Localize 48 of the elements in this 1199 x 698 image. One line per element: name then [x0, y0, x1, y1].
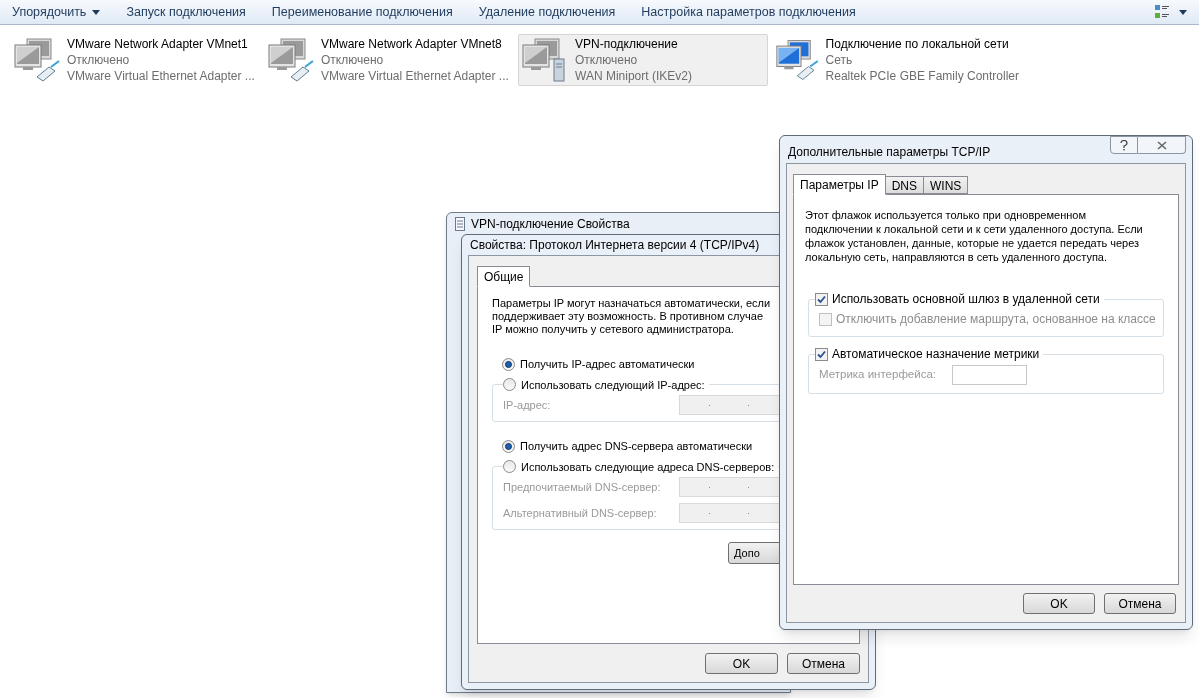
close-button[interactable] [1138, 136, 1186, 154]
adapter-name: VMware Virtual Ethernet Adapter ... [321, 68, 509, 84]
checkmark-icon [817, 349, 826, 359]
connection-item[interactable]: VPN-подключение Отключено WAN Miniport (IKEv2) [518, 34, 768, 86]
organize-menu[interactable]: Упорядочить [4, 2, 109, 22]
dialog-button[interactable]: Отмена [787, 653, 860, 674]
connection-item[interactable]: VMware Network Adapter VMnet1 Отключено VMware Virtual Ethernet Adapter ... [10, 34, 260, 86]
dialog-button[interactable]: OK [1023, 593, 1095, 614]
connection-item[interactable]: Подключение по локальной сети Сеть Realtek PCIe GBE Family Controller [772, 34, 1022, 86]
adapter-name: VMware Virtual Ethernet Adapter ... [67, 68, 255, 84]
field-label: Альтернативный DNS-сервер: [503, 505, 658, 521]
dialog-tab[interactable]: DNS [885, 176, 924, 194]
connection-item[interactable]: VMware Network Adapter VMnet8 Отключено VMware Virtual Ethernet Adapter ... [264, 34, 514, 86]
connection-name: VMware Network Adapter VMnet1 [67, 36, 249, 52]
window-title: VPN-подключение Свойства [471, 217, 630, 231]
connection-status: Отключено [67, 52, 131, 68]
dialog-tab[interactable]: Параметры IP [793, 174, 886, 195]
adapter-name: WAN Miniport (IKEv2) [575, 68, 692, 84]
help-icon [1120, 139, 1128, 151]
toolbar-button[interactable]: Удаление подключения [470, 2, 624, 22]
description-text: Этот флажок используется только при одновременном подключении к локальной сети и к сети удаленного доступа. Если флажок установлен, данные, которые не удается передать через локальную сеть, направляются в сеть удаленного доступа. [805, 208, 1144, 264]
adapter-name: Realtek PCIe GBE Family Controller [825, 68, 1019, 84]
connection-status: Отключено [321, 52, 385, 68]
toolbar-button[interactable]: Переименование подключения [263, 2, 461, 22]
connection-status: Сеть [825, 52, 854, 68]
connection-name: VMware Network Adapter VMnet8 [321, 36, 503, 52]
dialog-button[interactable]: Отмена [1104, 593, 1176, 614]
caret-icon [1179, 9, 1187, 15]
field-label: IP-адрес: [503, 397, 552, 413]
dialog-tab[interactable]: WINS [924, 176, 969, 194]
dialog-tab[interactable]: Общие [477, 266, 531, 287]
connection-name: Подключение по локальной сети [825, 36, 1010, 52]
view-options-button[interactable] [1155, 4, 1187, 20]
toolbar-button[interactable]: Настройка параметров подключения [633, 2, 864, 22]
toolbar-button[interactable]: Запуск подключения [118, 2, 254, 22]
view-list-icon [1155, 4, 1169, 20]
connection-status: Отключено [575, 52, 639, 68]
close-icon [1156, 140, 1167, 150]
dialog-button[interactable]: OK [705, 653, 778, 674]
description-text: Параметры IP могут назначаться автоматически, если поддерживает эту возможность. В противном случае IP можно получить у сетевого администратора. [492, 297, 771, 336]
checkmark-icon [817, 294, 826, 304]
field-label: Предпочитаемый DNS-сервер: [503, 479, 662, 495]
window-title: Свойства: Протокол Интернета версии 4 (TCP/IPv4) [470, 237, 760, 254]
help-button[interactable] [1110, 136, 1138, 154]
caret-icon [92, 9, 101, 15]
window-title: Дополнительные параметры TCP/IP [787, 144, 991, 161]
properties-icon [455, 217, 465, 231]
connection-name: VPN-подключение [575, 36, 679, 52]
